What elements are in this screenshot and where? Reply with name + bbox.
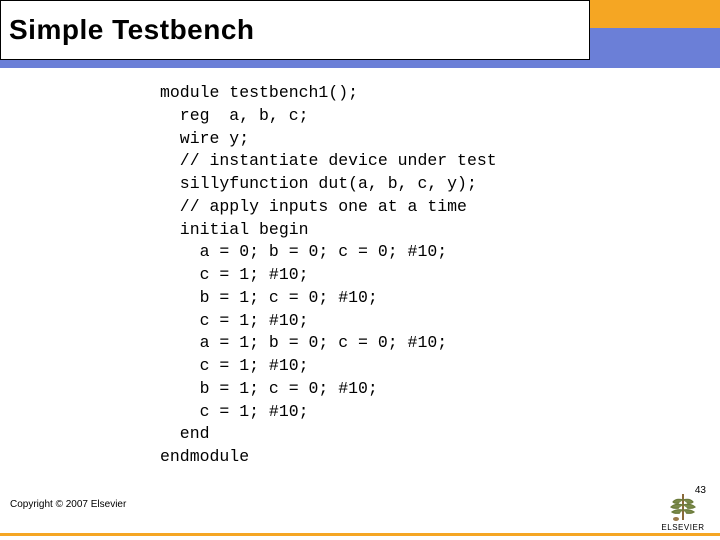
slide-title: Simple Testbench: [9, 14, 255, 46]
elsevier-logo: ELSEVIER: [656, 492, 710, 532]
copyright-text: Copyright © 2007 Elsevier: [10, 499, 126, 510]
tree-icon: [666, 492, 700, 522]
title-box: Simple Testbench: [0, 0, 590, 60]
code-block: module testbench1(); reg a, b, c; wire y…: [160, 82, 497, 469]
logo-text: ELSEVIER: [656, 523, 710, 532]
header-region: Simple Testbench: [0, 0, 720, 68]
header-orange-accent: [590, 0, 720, 28]
footer-orange-line: [0, 533, 720, 536]
